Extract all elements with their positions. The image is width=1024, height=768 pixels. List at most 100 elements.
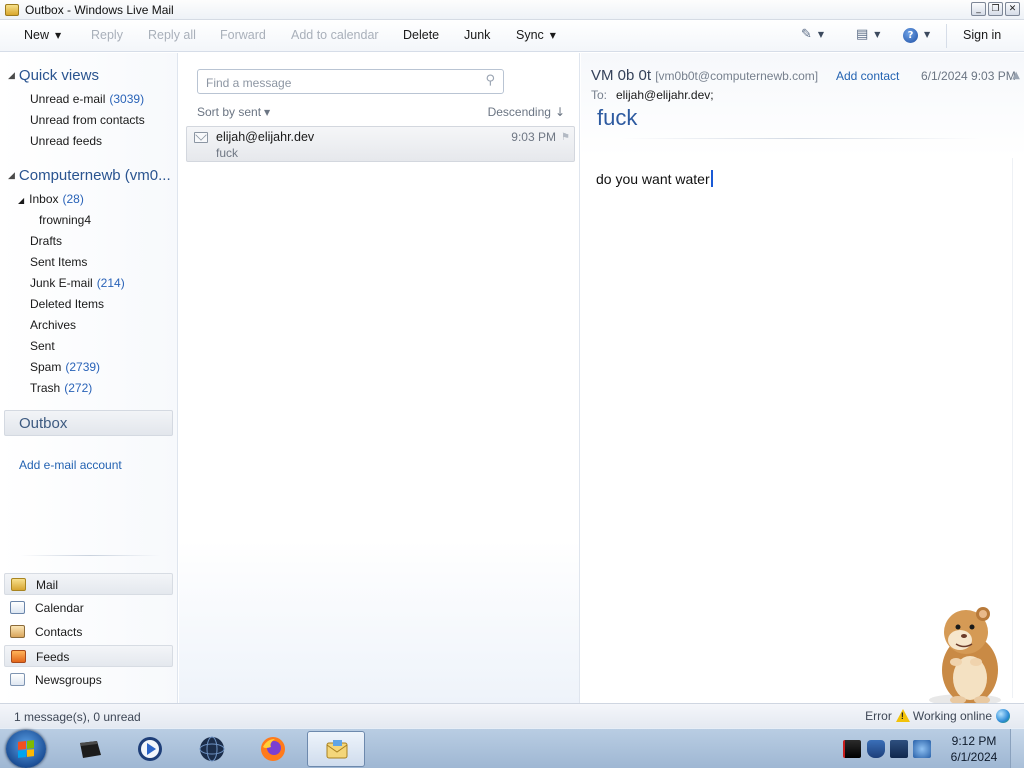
new-label: New — [24, 28, 50, 42]
menu-icon[interactable]: ▤ ▼ — [856, 27, 886, 45]
sign-in-button[interactable]: Sign in — [963, 28, 1001, 42]
nav-feeds[interactable]: Feeds — [4, 645, 173, 667]
nav-calendar[interactable]: Calendar — [4, 597, 173, 619]
add-contact-link[interactable]: Add contact — [836, 69, 899, 83]
warning-icon — [895, 709, 910, 722]
collapse-triangle-icon[interactable]: ◢ — [8, 71, 15, 81]
scroll-up-arrow-icon[interactable]: ▲ — [1012, 70, 1020, 81]
forward-button[interactable]: Forward — [220, 28, 266, 42]
error-label: Error — [865, 709, 892, 723]
restore-button[interactable]: ❐ — [988, 2, 1003, 16]
quick-view-unread-contacts[interactable]: Unread from contacts — [30, 113, 145, 127]
divider — [20, 555, 160, 556]
message-row[interactable]: elijah@elijahr.dev fuck 9:03 PM ⚑ — [186, 126, 575, 162]
minimize-button[interactable]: _ — [971, 2, 986, 16]
taskbar-app-browser[interactable] — [183, 731, 241, 767]
folder-outbox[interactable]: Outbox — [4, 410, 173, 436]
search-placeholder: Find a message — [206, 76, 292, 90]
contacts-icon — [10, 625, 25, 638]
network-icon[interactable] — [890, 740, 908, 758]
quick-view-unread-email[interactable]: Unread e-mail (3039) — [30, 92, 144, 106]
header-divider — [621, 138, 981, 139]
chevron-down-icon: ▼ — [264, 108, 271, 117]
account-header[interactable]: ◢ Computernewb (vm0... — [8, 167, 171, 184]
envelope-icon — [194, 132, 208, 143]
message-count-status: 1 message(s), 0 unread — [14, 710, 141, 724]
arrow-down-icon: ↓ — [554, 105, 565, 119]
folder-sent-items[interactable]: Sent Items — [30, 255, 87, 269]
collapse-triangle-icon[interactable]: ◢ — [8, 171, 15, 181]
close-button[interactable]: ✕ — [1005, 2, 1020, 16]
terminal-icon — [80, 741, 101, 758]
nav-contacts[interactable]: Contacts — [4, 621, 173, 643]
message-body[interactable]: do you want water — [596, 170, 713, 187]
sort-by-dropdown[interactable]: Sort by sent ▼ — [197, 105, 270, 119]
message-header: VM 0b 0t [vm0b0t@computernewb.com] Add c… — [581, 53, 1024, 157]
taskbar-app-media-player[interactable] — [121, 731, 179, 767]
taskbar-app-terminal[interactable] — [60, 731, 118, 767]
add-to-calendar-button[interactable]: Add to calendar — [291, 28, 379, 42]
folder-drafts[interactable]: Drafts — [30, 234, 62, 248]
paint-brush-icon[interactable]: ✎ ▼ — [801, 27, 831, 45]
media-player-icon — [138, 737, 162, 761]
add-email-account-link[interactable]: Add e-mail account — [19, 458, 122, 472]
sync-button[interactable]: Sync ▼ — [516, 28, 556, 42]
taskbar-clock[interactable]: 9:12 PM 6/1/2024 — [946, 733, 1002, 765]
tray-app-icon[interactable] — [843, 740, 861, 758]
new-button[interactable]: New ▼ — [24, 28, 61, 42]
folder-frowning4[interactable]: frowning4 — [39, 213, 91, 227]
show-desktop-button[interactable] — [1010, 729, 1024, 768]
sync-label: Sync — [516, 28, 544, 42]
message-date: 6/1/2024 9:03 PM — [921, 69, 1016, 83]
message-subject: fuck — [216, 146, 239, 160]
sender: VM 0b 0t [vm0b0t@computernewb.com] — [591, 67, 818, 84]
outbox-label: Outbox — [19, 415, 68, 432]
volume-icon[interactable] — [913, 740, 931, 758]
window-controls: _ ❐ ✕ — [971, 2, 1020, 16]
search-input[interactable]: Find a message ⚲ — [197, 69, 504, 94]
connection-status[interactable]: Error Working online — [865, 709, 1010, 723]
hamster-pet-image[interactable] — [920, 600, 1010, 710]
nav-mail[interactable]: Mail — [4, 573, 173, 595]
scrollbar[interactable] — [1012, 158, 1022, 698]
delete-button[interactable]: Delete — [403, 28, 439, 42]
sender-address: [vm0b0t@computernewb.com] — [655, 69, 819, 83]
chevron-down-icon: ▼ — [549, 31, 556, 40]
folder-sent[interactable]: Sent — [30, 339, 55, 353]
newsgroups-icon — [10, 673, 25, 686]
status-bar: 1 message(s), 0 unread Error Working onli… — [0, 703, 1024, 728]
flag-icon[interactable]: ⚑ — [561, 132, 570, 143]
to-label: To: — [591, 88, 608, 102]
folder-deleted-items[interactable]: Deleted Items — [30, 297, 104, 311]
folder-trash[interactable]: Trash (272) — [30, 381, 92, 395]
junk-button[interactable]: Junk — [464, 28, 490, 42]
collapse-triangle-icon[interactable]: ◢ — [18, 196, 24, 205]
help-icon[interactable]: ? ▼ — [903, 27, 933, 45]
folder-spam[interactable]: Spam (2739) — [30, 360, 100, 374]
firefox-icon — [261, 737, 285, 761]
start-button[interactable] — [6, 730, 46, 768]
feeds-icon — [11, 650, 26, 663]
message-subject-heading: fuck — [597, 105, 638, 130]
search-icon[interactable]: ⚲ — [485, 73, 495, 88]
reply-all-button[interactable]: Reply all — [148, 28, 196, 42]
folder-inbox[interactable]: ◢ Inbox (28) — [18, 192, 84, 206]
quick-view-unread-feeds[interactable]: Unread feeds — [30, 134, 102, 148]
command-bar: New ▼ Reply Reply all Forward Add to cale… — [0, 20, 1024, 52]
folder-archives[interactable]: Archives — [30, 318, 76, 332]
mail-icon — [11, 578, 26, 591]
nav-newsgroups[interactable]: Newsgroups — [4, 669, 173, 691]
quick-views-header[interactable]: ◢ Quick views — [8, 67, 99, 84]
chevron-down-icon: ▼ — [55, 31, 62, 40]
taskbar-app-firefox[interactable] — [244, 731, 302, 767]
folder-junk-email[interactable]: Junk E-mail (214) — [30, 276, 125, 290]
online-label: Working online — [912, 709, 992, 723]
reply-button[interactable]: Reply — [91, 28, 123, 42]
sort-order-toggle[interactable]: Descending ↓ — [488, 105, 565, 119]
taskbar-app-windows-live-mail[interactable] — [307, 731, 365, 767]
taskbar: 9:12 PM 6/1/2024 — [0, 728, 1024, 768]
shield-icon[interactable] — [867, 740, 885, 758]
windows-live-mail-icon — [326, 740, 348, 759]
recipient: elijah@elijahr.dev; — [616, 88, 714, 102]
clock-time: 9:12 PM — [951, 734, 997, 748]
